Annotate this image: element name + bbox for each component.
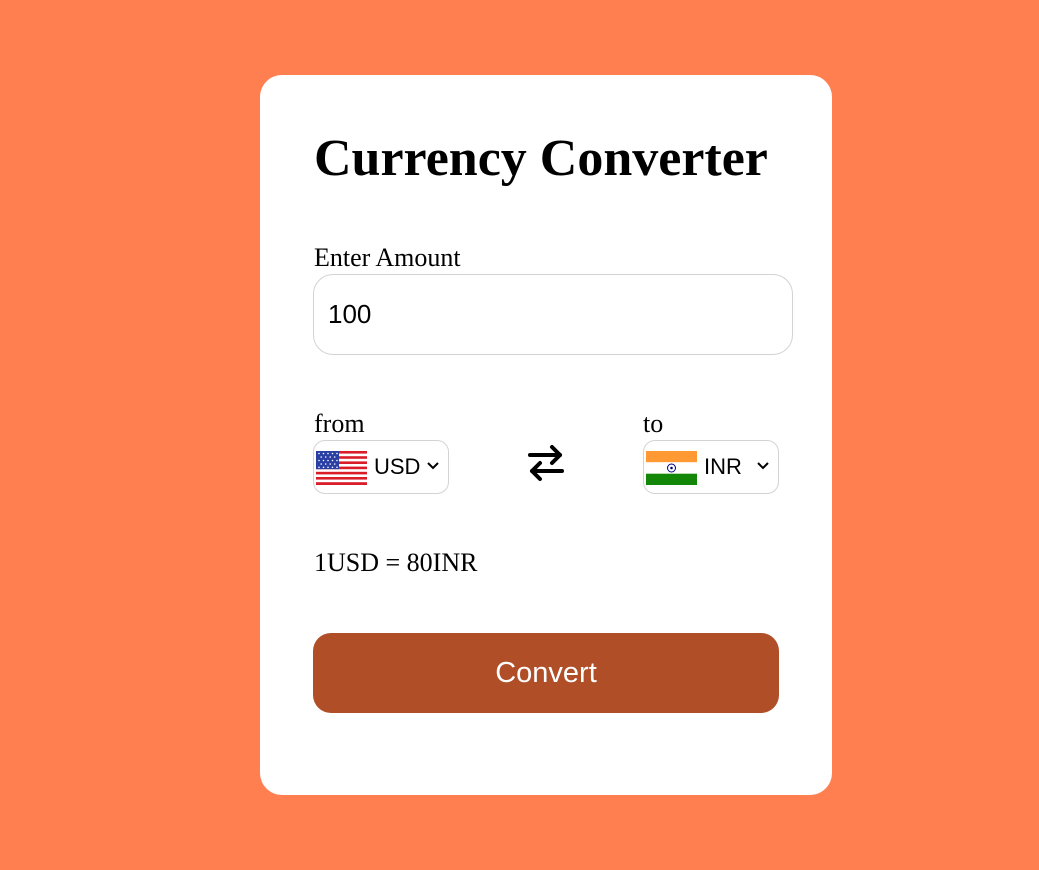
from-currency-select[interactable]: USD <box>313 440 449 494</box>
to-label: to <box>643 409 664 438</box>
swap-arrows-icon[interactable] <box>526 441 566 485</box>
amount-label: Enter Amount <box>314 243 461 272</box>
to-currency-code: INR <box>704 454 742 479</box>
from-label: from <box>314 409 365 438</box>
to-currency-select[interactable]: INR <box>643 440 779 494</box>
from-currency-code: USD <box>374 454 421 479</box>
convert-button[interactable]: Convert <box>313 633 779 713</box>
chevron-down-icon <box>757 462 769 470</box>
india-flag-icon <box>646 451 697 485</box>
exchange-rate-text: 1USD = 80INR <box>314 548 478 577</box>
amount-input[interactable] <box>313 274 793 355</box>
chevron-down-icon <box>427 462 439 470</box>
page-title: Currency Converter <box>314 130 768 187</box>
converter-card: Currency Converter Enter Amount from USD <box>260 75 832 795</box>
us-flag-icon <box>316 451 367 485</box>
